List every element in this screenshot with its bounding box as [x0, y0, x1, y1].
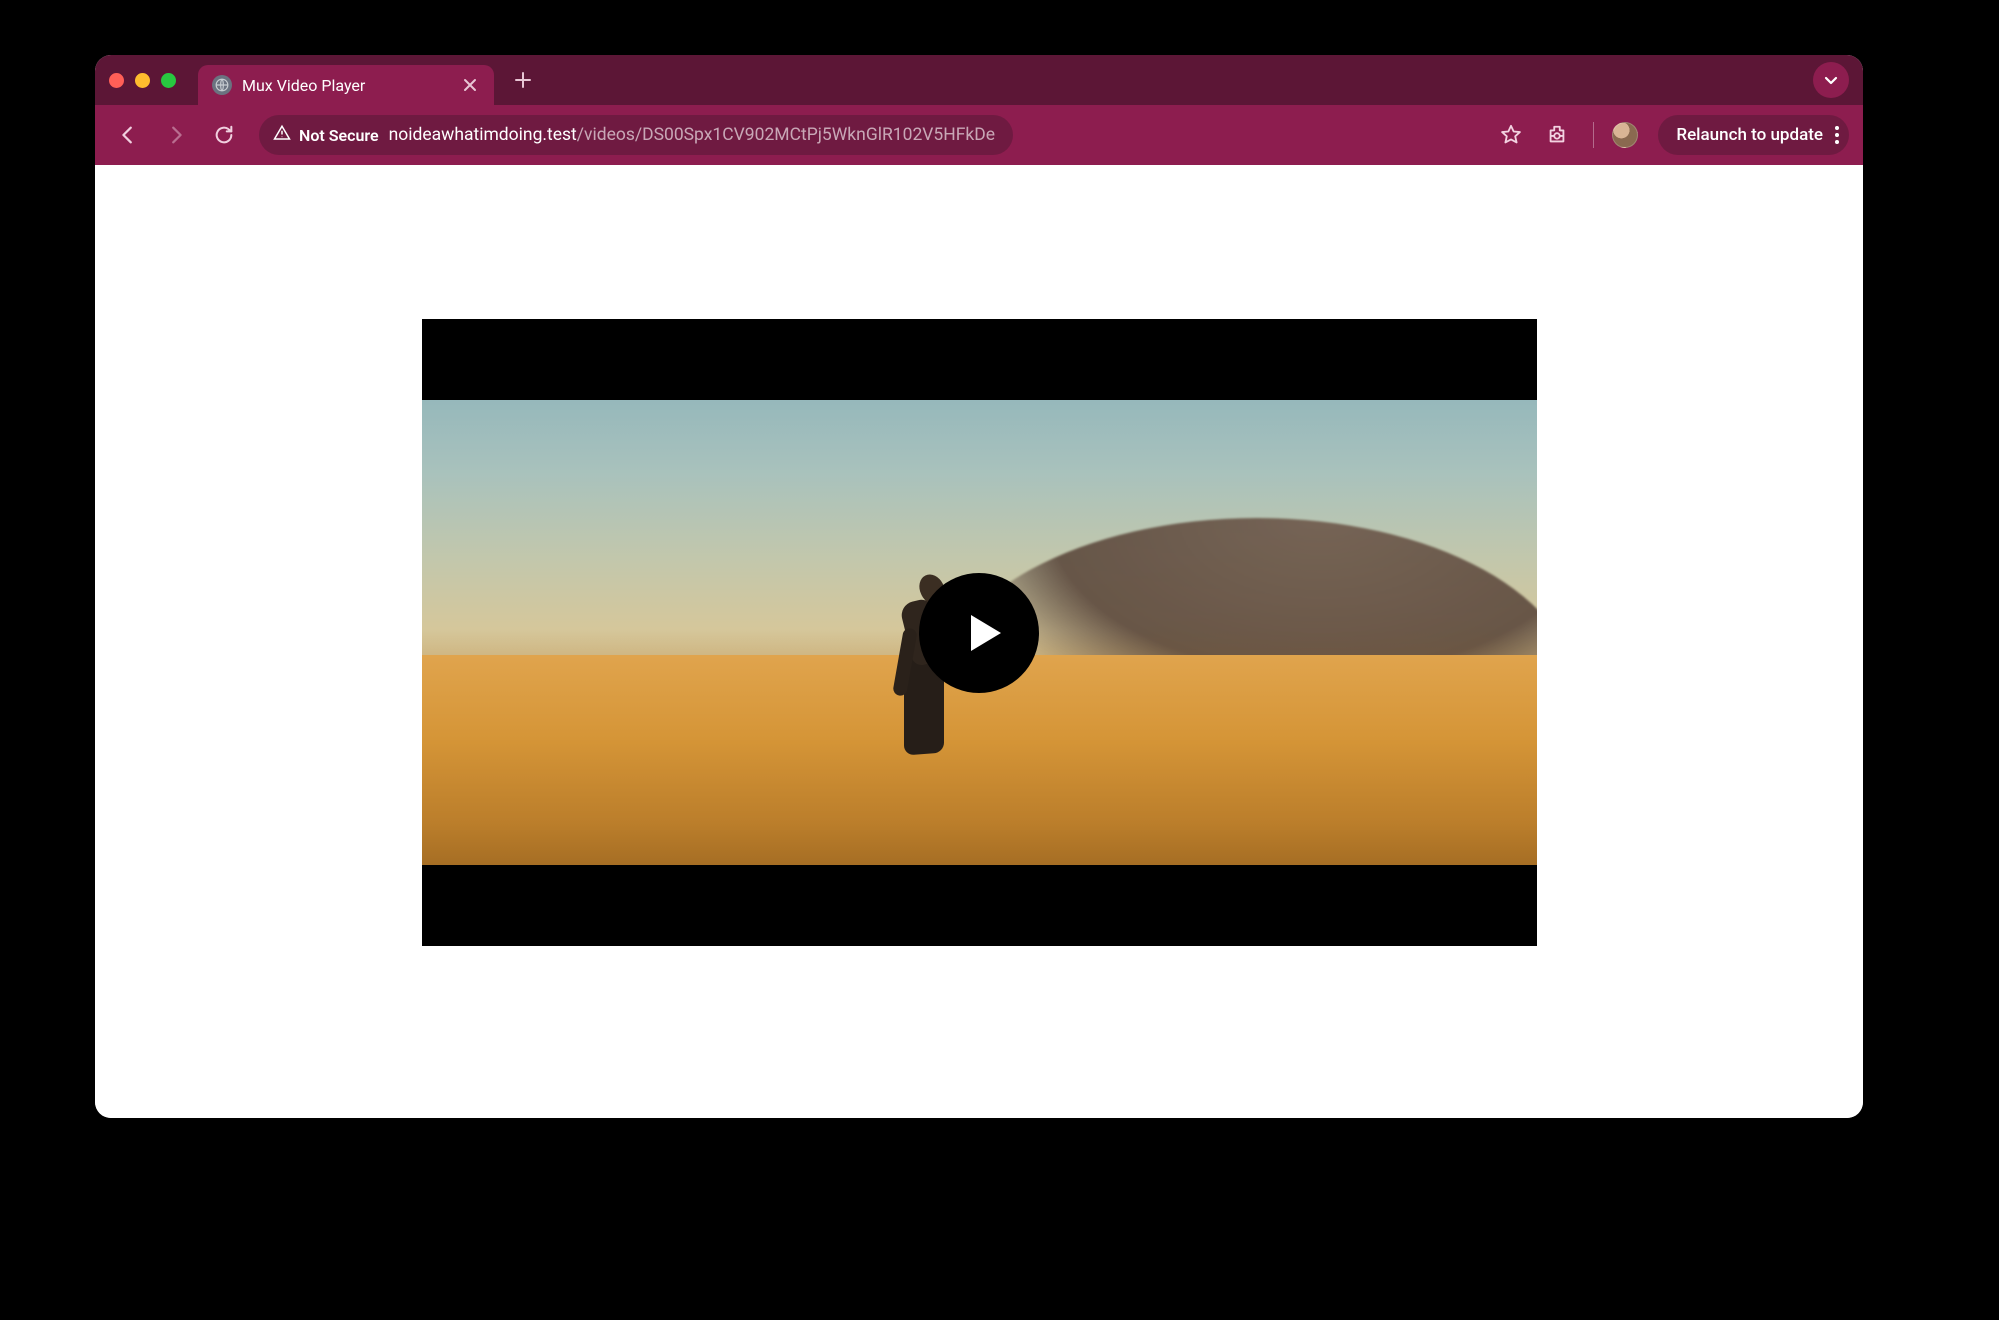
security-badge[interactable]: Not Secure: [273, 124, 379, 146]
reload-button[interactable]: [205, 116, 243, 154]
more-icon: [1835, 126, 1839, 144]
page-content: [95, 165, 1863, 1118]
forward-button[interactable]: [157, 116, 195, 154]
url-text: noideawhatimdoing.test/videos/DS00Spx1CV…: [389, 125, 995, 145]
relaunch-label: Relaunch to update: [1676, 125, 1823, 145]
globe-icon: [212, 75, 232, 95]
tab-search-button[interactable]: [1813, 62, 1849, 98]
browser-tab[interactable]: Mux Video Player: [198, 65, 494, 105]
browser-window: Mux Video Player Not Secu: [95, 55, 1863, 1118]
window-minimize-button[interactable]: [135, 73, 150, 88]
play-icon: [959, 609, 1007, 657]
profile-avatar[interactable]: [1612, 122, 1638, 148]
url-path: /videos/DS00Spx1CV902MCtPj5WknGlR102V5HF…: [577, 125, 995, 145]
window-maximize-button[interactable]: [161, 73, 176, 88]
close-tab-button[interactable]: [460, 75, 480, 95]
video-player[interactable]: [422, 319, 1537, 946]
warning-icon: [273, 124, 291, 146]
relaunch-button[interactable]: Relaunch to update: [1658, 115, 1849, 155]
url-host: noideawhatimdoing.test: [389, 125, 577, 145]
tab-title: Mux Video Player: [242, 76, 365, 95]
back-button[interactable]: [109, 116, 147, 154]
address-bar[interactable]: Not Secure noideawhatimdoing.test/videos…: [259, 115, 1013, 155]
tab-strip: Mux Video Player: [95, 55, 1863, 105]
browser-toolbar: Not Secure noideawhatimdoing.test/videos…: [95, 105, 1863, 165]
security-label: Not Secure: [299, 126, 379, 145]
window-controls: [109, 73, 176, 88]
bookmark-button[interactable]: [1493, 117, 1529, 153]
new-tab-button[interactable]: [506, 63, 540, 97]
toolbar-separator: [1593, 122, 1594, 148]
play-button[interactable]: [919, 573, 1039, 693]
extensions-button[interactable]: [1539, 117, 1575, 153]
window-close-button[interactable]: [109, 73, 124, 88]
